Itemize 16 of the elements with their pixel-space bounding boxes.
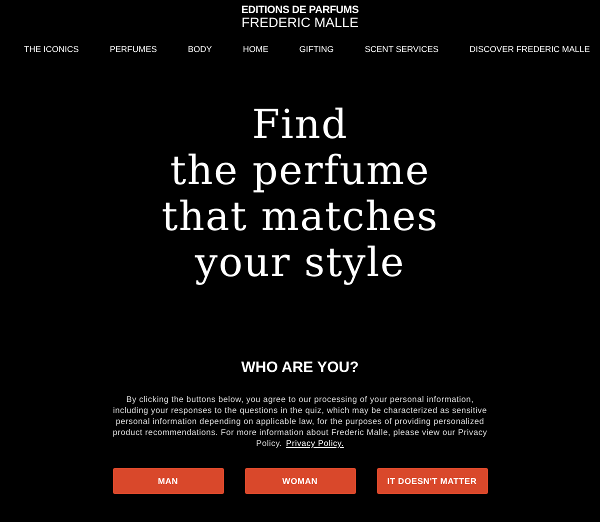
answer-button[interactable]: WOMAN <box>244 468 356 494</box>
nav-link[interactable]: BODY <box>188 44 212 54</box>
brand-logo-line: EDITIONS DE PARFUMS <box>241 5 359 16</box>
answer-button[interactable]: MAN <box>112 468 224 494</box>
nav-link[interactable]: DISCOVER FREDERIC MALLE <box>469 44 590 54</box>
headline: Find the perfume that matches your style <box>160 102 440 286</box>
brand-logo-name: FREDERIC MALLE <box>241 16 359 29</box>
consent-text: By clicking the buttons below, you agree to our processing of your personal information, including your responses to the questions in the quiz, which may be characterized as sensitive personal information depending on applicable law, for the purposes of providing personalized product recommendations. For more information about Frederic Malle, please view our Privacy Policy. Privacy Policy. <box>112 394 488 449</box>
question-heading: WHO ARE YOU? <box>240 359 360 376</box>
nav-link[interactable]: PERFUMES <box>110 44 157 54</box>
nav-link[interactable]: GIFTING <box>299 44 334 54</box>
answer-button[interactable]: IT DOESN'T MATTER <box>376 468 488 494</box>
nav-link[interactable]: HOME <box>242 44 268 54</box>
nav-link[interactable]: SCENT SERVICES <box>364 44 439 54</box>
nav-link[interactable]: THE ICONICS <box>24 44 79 54</box>
privacy-policy-link[interactable]: Privacy Policy. <box>286 438 344 448</box>
